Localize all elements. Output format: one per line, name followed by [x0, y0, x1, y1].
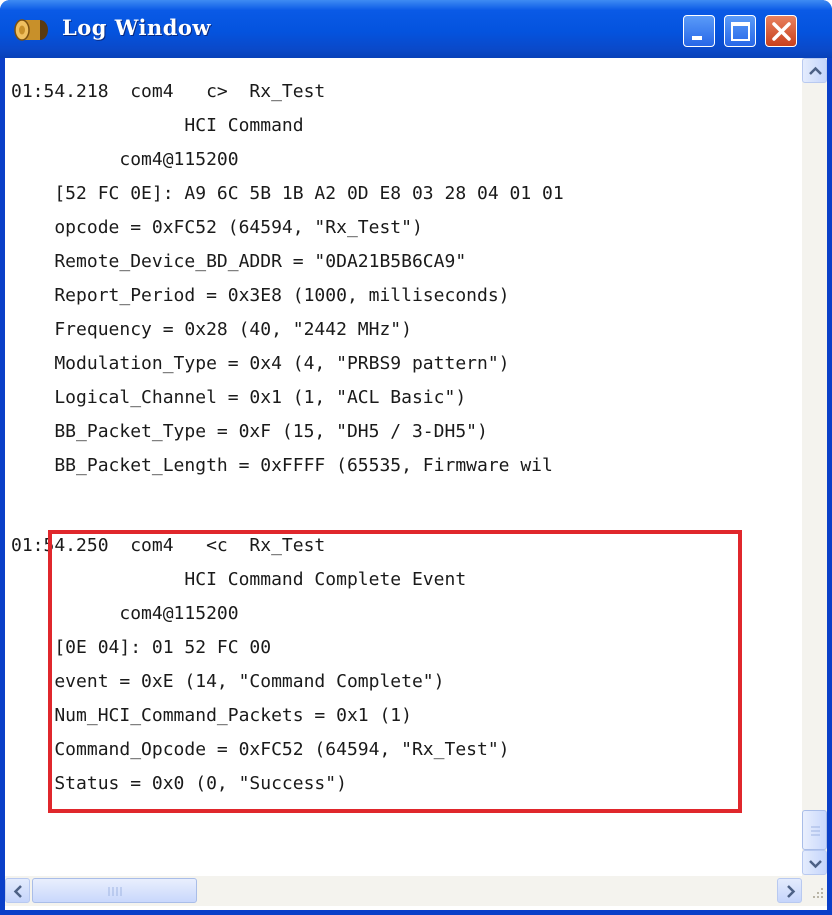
- log-line: 01:54.218 com4 c> Rx_Test: [11, 81, 326, 102]
- horizontal-scrollbar[interactable]: [5, 876, 802, 906]
- scroll-left-button[interactable]: [5, 878, 30, 903]
- log-line: Modulation_Type = 0x4 (4, "PRBS9 pattern…: [11, 353, 510, 374]
- scroll-down-button[interactable]: [802, 850, 827, 875]
- log-icon: [14, 19, 48, 41]
- log-line: Frequency = 0x28 (40, "2442 MHz"): [11, 319, 412, 340]
- arrow-right-icon: [787, 885, 796, 898]
- log-line: Report_Period = 0x3E8 (1000, millisecond…: [11, 285, 510, 306]
- title-bar[interactable]: Log Window: [0, 0, 832, 58]
- resize-grip-icon: [813, 888, 823, 898]
- close-button[interactable]: [765, 15, 797, 47]
- highlight-box: [48, 530, 742, 813]
- maximize-button[interactable]: [724, 15, 756, 47]
- maximize-icon: [731, 22, 750, 41]
- minimize-icon: [692, 36, 702, 40]
- scroll-up-button[interactable]: [802, 58, 827, 83]
- log-line: opcode = 0xFC52 (64594, "Rx_Test"): [11, 217, 423, 238]
- log-line: Logical_Channel = 0x1 (1, "ACL Basic"): [11, 387, 467, 408]
- arrow-down-icon: [809, 860, 822, 869]
- vertical-scroll-thumb[interactable]: [802, 810, 827, 850]
- log-line: Remote_Device_BD_ADDR = "0DA21B5B6CA9": [11, 251, 467, 272]
- vertical-scrollbar[interactable]: [802, 58, 827, 876]
- grip-lines-icon: [108, 887, 122, 896]
- log-text-area[interactable]: 01:54.218 com4 c> Rx_Test HCI Command co…: [5, 58, 802, 876]
- resize-grip[interactable]: [802, 876, 827, 906]
- window-title: Log Window: [62, 15, 211, 40]
- arrow-left-icon: [13, 885, 22, 898]
- log-window: Log Window 01:54.218 com4 c> Rx_Test HCI…: [0, 0, 832, 915]
- log-line: [52 FC 0E]: A9 6C 5B 1B A2 0D E8 03 28 0…: [11, 183, 564, 204]
- scroll-right-button[interactable]: [777, 878, 802, 903]
- horizontal-scroll-thumb[interactable]: [32, 878, 197, 903]
- log-client-area: 01:54.218 com4 c> Rx_Test HCI Command co…: [5, 58, 827, 910]
- grip-lines-icon: [811, 826, 820, 836]
- arrow-up-icon: [809, 66, 822, 75]
- log-line: BB_Packet_Length = 0xFFFF (65535, Firmwa…: [11, 455, 553, 476]
- close-icon: [772, 22, 791, 41]
- log-line: com4@115200: [11, 149, 239, 170]
- log-line: HCI Command: [11, 115, 304, 136]
- log-line: BB_Packet_Type = 0xF (15, "DH5 / 3-DH5"): [11, 421, 488, 442]
- minimize-button[interactable]: [683, 15, 715, 47]
